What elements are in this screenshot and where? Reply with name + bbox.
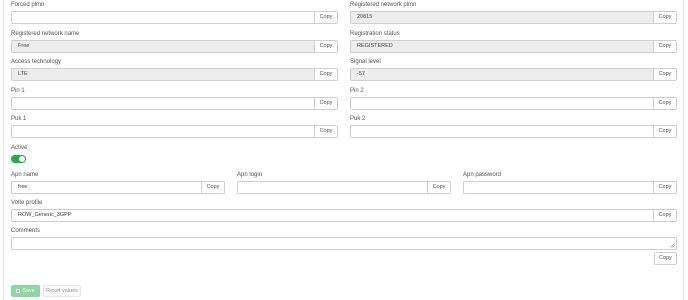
- puk1-copy-button[interactable]: Copy: [314, 126, 337, 137]
- registration-status-copy-button[interactable]: Copy: [653, 41, 676, 52]
- apn-password-field[interactable]: Copy: [463, 181, 677, 194]
- registered-network-name-value: Free: [18, 43, 30, 49]
- registered-network-plmn-label: Registered network plmn: [350, 2, 417, 8]
- volte-profile-label: Volte profile: [11, 200, 43, 206]
- forced-plmn-copy-button[interactable]: Copy: [314, 12, 337, 23]
- signal-level-field[interactable]: -57 Copy: [350, 68, 677, 81]
- registered-network-plmn-copy-button[interactable]: Copy: [653, 12, 676, 23]
- puk2-copy-button[interactable]: Copy: [653, 126, 676, 137]
- pin1-label: Pin 1: [11, 88, 25, 94]
- reset-values-button[interactable]: Reset values: [43, 285, 81, 297]
- save-button[interactable]: Save: [11, 285, 40, 297]
- signal-level-value: -57: [357, 71, 365, 77]
- toggle-knob: [19, 156, 25, 162]
- resize-grip-icon[interactable]: [670, 243, 675, 248]
- registered-network-name-field[interactable]: Free Copy: [11, 40, 338, 53]
- signal-level-copy-button[interactable]: Copy: [653, 69, 676, 80]
- active-label: Active: [11, 145, 28, 151]
- comments-label: Comments: [11, 228, 41, 234]
- volte-profile-value: ROW_Generic_3GPP: [18, 212, 72, 218]
- registered-network-plmn-value: 20815: [357, 14, 373, 20]
- registration-status-field[interactable]: REGISTERED Copy: [350, 40, 677, 53]
- apn-name-field[interactable]: free Copy: [11, 181, 225, 194]
- apn-login-label: Apn login: [237, 172, 263, 178]
- registered-network-name-copy-button[interactable]: Copy: [314, 41, 337, 52]
- pin1-field[interactable]: Copy: [11, 97, 338, 110]
- pin2-field[interactable]: Copy: [350, 97, 677, 110]
- apn-password-label: Apn password: [463, 172, 502, 178]
- pin2-label: Pin 2: [350, 88, 364, 94]
- comments-copy-button[interactable]: Copy: [654, 252, 677, 265]
- apn-password-copy-button[interactable]: Copy: [653, 182, 676, 193]
- puk1-field[interactable]: Copy: [11, 125, 338, 138]
- pin2-copy-button[interactable]: Copy: [653, 98, 676, 109]
- access-technology-value: LTE: [18, 71, 28, 77]
- apn-login-field[interactable]: Copy: [237, 181, 451, 194]
- puk2-label: Puk 2: [350, 116, 366, 122]
- puk1-label: Puk 1: [11, 116, 27, 122]
- access-technology-label: Access technology: [11, 59, 62, 65]
- apn-name-copy-button[interactable]: Copy: [201, 182, 224, 193]
- registered-network-name-label: Registered network name: [11, 31, 80, 37]
- apn-login-copy-button[interactable]: Copy: [427, 182, 450, 193]
- registered-network-plmn-field[interactable]: 20815 Copy: [350, 11, 677, 24]
- pin1-copy-button[interactable]: Copy: [314, 98, 337, 109]
- registration-status-label: Registration status: [350, 31, 400, 37]
- forced-plmn-label: Forced plmn: [11, 2, 45, 8]
- access-technology-copy-button[interactable]: Copy: [314, 69, 337, 80]
- puk2-field[interactable]: Copy: [350, 125, 677, 138]
- active-toggle[interactable]: [11, 155, 26, 163]
- comments-textarea[interactable]: [11, 237, 677, 250]
- forced-plmn-field[interactable]: Copy: [11, 11, 338, 24]
- floppy-disk-icon: [16, 288, 21, 293]
- apn-name-value: free: [18, 184, 28, 190]
- signal-level-label: Signal level: [350, 59, 381, 65]
- registration-status-value: REGISTERED: [357, 43, 393, 49]
- apn-name-label: Apn name: [11, 172, 39, 178]
- access-technology-field[interactable]: LTE Copy: [11, 68, 338, 81]
- save-label: Save: [22, 288, 35, 294]
- volte-profile-field[interactable]: ROW_Generic_3GPP Copy: [11, 209, 677, 222]
- volte-profile-copy-button[interactable]: Copy: [653, 210, 676, 221]
